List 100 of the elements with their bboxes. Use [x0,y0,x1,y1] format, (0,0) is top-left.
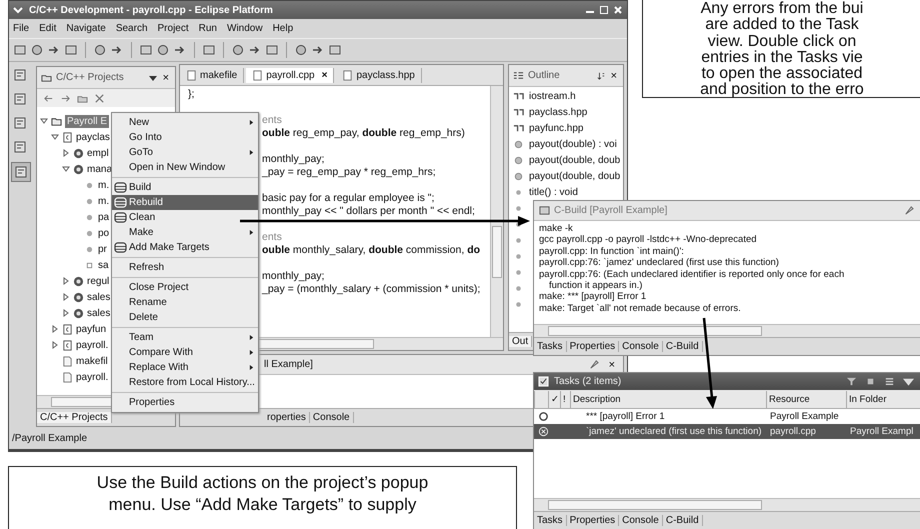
menu-item[interactable]: GoTo [112,145,258,160]
outline-item[interactable]: payclass.hpp [529,106,588,118]
view-tab[interactable]: C-Build [662,341,703,352]
toolbar-icon[interactable] [156,43,170,57]
tree-item[interactable]: payroll. [76,340,108,350]
expand-triangle-icon[interactable] [51,325,59,333]
outline-item[interactable]: iostream.h [529,90,576,102]
view-tab[interactable]: Properties [566,341,620,352]
expand-triangle-icon[interactable] [51,341,59,349]
menu-item[interactable]: Build [112,180,258,195]
list-icon[interactable] [884,376,895,387]
toolbar-icon[interactable] [294,43,308,57]
editor-tab[interactable]: payroll.cpp × [246,68,334,82]
view-title[interactable]: C/C++ Projects [56,72,124,83]
menu-item[interactable]: Close Project [112,280,258,295]
view-title[interactable]: ll Example] [264,359,313,370]
pin-icon[interactable] [903,205,914,216]
toolbar-icon[interactable] [64,43,78,57]
tree-item[interactable]: payfun [76,324,106,334]
back-arrow-icon[interactable] [43,92,54,104]
outline-item[interactable]: payout(double) : voi [529,138,617,150]
menu-item[interactable]: New [112,115,258,130]
toolbar-icon[interactable] [139,43,153,57]
menu-item[interactable]: Team [112,330,258,345]
tree-item[interactable]: pa [98,212,110,222]
column-header[interactable]: In Folder [846,390,920,408]
menu-item[interactable]: Rename [112,295,258,310]
view-title[interactable]: Tasks (2 items) [554,376,622,387]
tree-item[interactable]: sales [87,292,110,302]
toolbar-icon[interactable] [265,43,279,57]
menu-item[interactable]: Navigate [66,23,106,34]
column-header[interactable]: Resource [766,390,846,408]
tree-item[interactable]: Payroll E [65,114,110,128]
expand-triangle-icon[interactable] [62,277,70,285]
dropdown-arrow-icon[interactable] [903,376,914,387]
tree-item[interactable]: payclas [76,132,110,142]
menu-item[interactable]: Clean [112,210,258,225]
outline-item[interactable]: payfunc.hpp [529,122,584,134]
view-title[interactable]: C-Build [Payroll Example] [554,205,668,216]
vertical-scrollbar[interactable] [490,86,503,337]
toolbar-icon[interactable] [231,43,245,57]
collapse-icon[interactable] [94,92,105,104]
view-tab[interactable]: Properties [566,515,620,526]
menu-item[interactable]: Project [158,23,189,34]
menu-item[interactable]: Rebuild [112,195,258,210]
horizontal-scrollbar[interactable] [534,324,920,337]
close-view-button[interactable]: × [160,72,171,84]
close-icon[interactable] [613,5,623,15]
view-tab[interactable]: Console [619,341,663,352]
close-tab-button[interactable]: × [322,70,328,80]
toolbar-icon[interactable] [328,43,342,57]
view-tab[interactable]: roperties [264,412,310,423]
expand-triangle-icon[interactable] [62,293,70,301]
menu-item[interactable]: Search [116,23,148,34]
collapse-triangle-icon[interactable] [40,117,48,125]
menu-item[interactable]: File [13,23,30,34]
collapse-triangle-icon[interactable] [62,165,70,173]
close-view-button[interactable]: × [608,70,619,82]
sort-icon[interactable] [596,72,605,80]
menu-item[interactable]: Run [198,23,217,34]
menu-item[interactable]: Go Into [112,130,258,145]
menu-item[interactable]: Add Make Targets [112,240,258,255]
tree-item[interactable]: pr [98,244,107,254]
view-title[interactable]: Outline [528,70,560,81]
maximize-icon[interactable] [599,5,609,15]
menu-item[interactable]: Properties [112,395,258,410]
view-tab[interactable]: Tasks [534,341,567,352]
forward-arrow-icon[interactable] [60,92,71,104]
outline-item[interactable]: payout(double, doub [529,154,620,166]
editor-tab[interactable]: makefile [180,68,244,82]
filter-icon[interactable] [846,376,857,387]
close-view-button[interactable]: × [606,358,617,370]
editor-tab[interactable]: payclass.hpp [336,68,422,82]
horizontal-scrollbar[interactable] [534,498,920,511]
toolbar-icon[interactable] [30,43,44,57]
menu-item[interactable]: Delete [112,310,258,325]
menu-item[interactable]: Edit [39,23,56,34]
tree-item[interactable]: mana [87,164,112,174]
menu-item[interactable]: Make [112,225,258,240]
toolbar-icon[interactable] [202,43,216,57]
view-tab[interactable]: Console [619,515,663,526]
menu-item[interactable]: Restore from Local History... [112,375,258,390]
perspective-icon[interactable] [11,162,31,182]
menu-item[interactable]: Replace With [112,360,258,375]
expand-triangle-icon[interactable] [62,309,70,317]
pin-icon[interactable] [588,359,599,370]
tree-item[interactable]: po [98,228,110,238]
outline-item[interactable]: title() : void [529,186,578,198]
expand-triangle-icon[interactable] [62,149,70,157]
menu-item[interactable]: Help [272,23,294,34]
dropdown-arrow-icon[interactable] [148,74,157,82]
task-row[interactable]: `jamez' undeclared (first use this function) payroll.cpp Payroll Exampl [534,424,920,439]
tree-item[interactable]: sa [98,260,109,270]
toolbar-icon[interactable] [13,43,27,57]
tree-item[interactable]: payroll. [76,372,108,382]
collapse-triangle-icon[interactable] [51,133,59,141]
tree-item[interactable]: makefil [76,356,108,366]
tree-item[interactable]: regul [87,276,110,286]
menu-item[interactable]: Open in New Window [112,160,258,175]
column-header[interactable]: ! [560,390,570,408]
